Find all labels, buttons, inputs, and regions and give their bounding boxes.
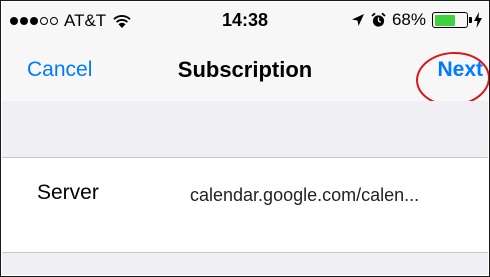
battery-icon — [432, 12, 472, 28]
location-arrow-icon — [351, 14, 364, 26]
battery-percent: 68% — [391, 10, 426, 29]
next-button[interactable]: Next — [437, 58, 483, 82]
alarm-clock-icon — [371, 12, 386, 27]
status-bar: AT&T 14:38 68% — [2, 2, 488, 40]
battery-tip — [469, 17, 472, 23]
server-label: Server — [37, 181, 99, 204]
charging-bolt-icon — [474, 12, 482, 28]
server-row[interactable]: Server calendar.google.com/calen... — [2, 158, 488, 253]
page-title: Subscription — [177, 57, 313, 82]
navigation-bar: Cancel Subscription Next — [2, 40, 489, 109]
server-url-value: calendar.google.com/calen... — [190, 185, 420, 205]
status-right: 68% — [351, 10, 482, 30]
section-spacer — [2, 101, 488, 158]
phone-screen: AT&T 14:38 68% Cancel Subscription Next … — [0, 0, 490, 277]
battery-level-fill — [434, 14, 455, 26]
section-spacer-bottom — [2, 253, 488, 275]
